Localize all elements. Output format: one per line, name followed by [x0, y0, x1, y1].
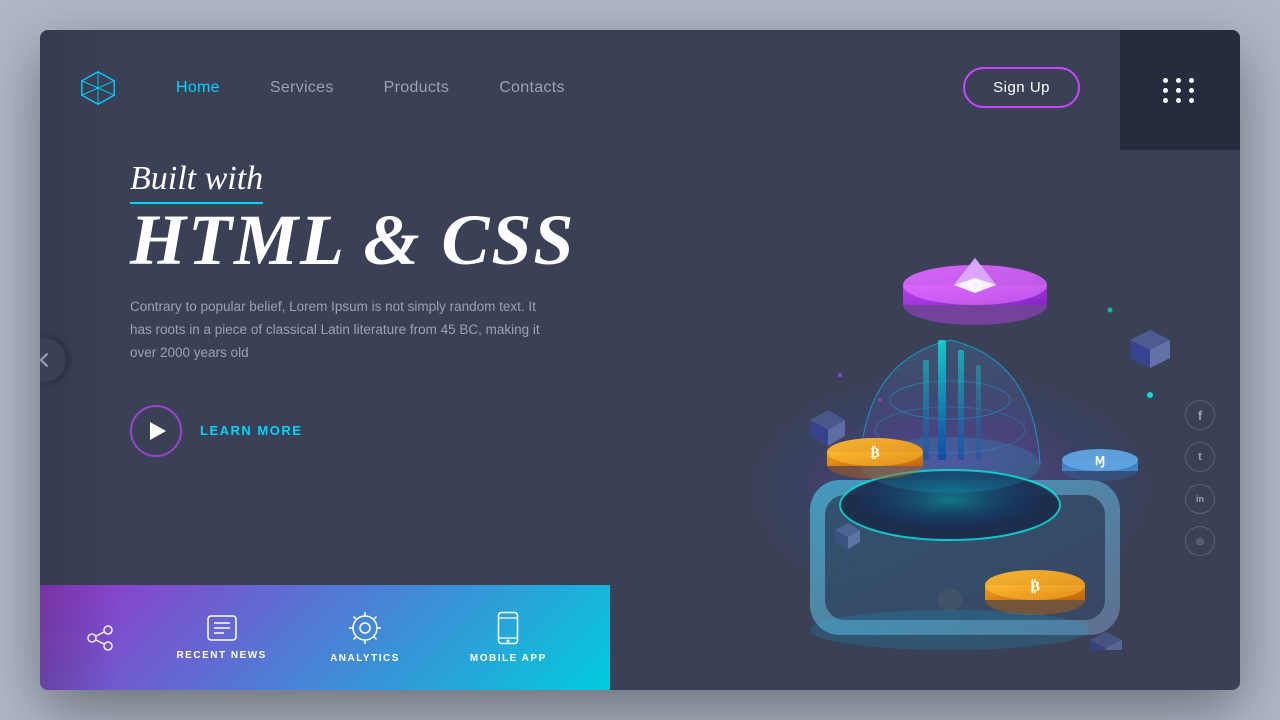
play-button[interactable]	[130, 405, 182, 457]
nav-services-link[interactable]: Services	[270, 79, 334, 96]
recent-news-label: RECENT NEWS	[176, 650, 266, 661]
bottom-item-mobile-app[interactable]: MOBILE APP	[437, 611, 580, 664]
nav-contacts-link[interactable]: Contacts	[499, 79, 565, 96]
nav-products-link[interactable]: Products	[384, 79, 450, 96]
hero-description: Contrary to popular belief, Lorem Ipsum …	[130, 296, 550, 365]
svg-text:₿: ₿	[870, 445, 879, 461]
navbar: Home Services Products Contacts Sign Up	[40, 30, 1120, 145]
main-screen: Home Services Products Contacts Sign Up …	[40, 30, 1240, 690]
svg-text:◇: ◇	[967, 274, 983, 294]
nav-services[interactable]: Services	[270, 79, 334, 97]
nav-home-link[interactable]: Home	[176, 79, 220, 96]
bottom-item-recent-news[interactable]: RECENT NEWS	[150, 614, 293, 661]
cta-row: LEARN MORE	[130, 405, 690, 457]
share-icon	[86, 624, 114, 652]
mobile-app-icon	[497, 611, 519, 645]
bottom-item-analytics[interactable]: ANALYTICS	[293, 611, 436, 664]
grid-dots	[1163, 78, 1197, 103]
svg-text:₿: ₿	[1030, 579, 1040, 595]
instagram-icon[interactable]: ◎	[1185, 526, 1215, 556]
analytics-icon	[348, 611, 382, 645]
nav-products[interactable]: Products	[384, 79, 450, 97]
hero-section: Built with HTML & CSS Contrary to popula…	[130, 160, 690, 457]
mobile-app-label: MOBILE APP	[470, 653, 547, 664]
nav-contacts[interactable]: Contacts	[499, 79, 565, 97]
recent-news-icon	[206, 614, 238, 642]
play-icon	[150, 422, 166, 440]
share-icon-container[interactable]	[70, 624, 130, 652]
left-arrow-button[interactable]	[40, 338, 66, 382]
nav-links: Home Services Products Contacts	[176, 79, 963, 97]
hero-title: HTML & CSS	[130, 204, 690, 276]
corner-menu-box[interactable]	[1120, 30, 1240, 150]
hero-image: ◇ ₿ ₿ Ɱ	[680, 110, 1200, 650]
svg-text:Ɱ: Ɱ	[1095, 454, 1105, 468]
twitter-icon[interactable]: t	[1185, 442, 1215, 472]
facebook-icon[interactable]: f	[1185, 400, 1215, 430]
logo-icon	[80, 70, 116, 106]
linkedin-icon[interactable]: in	[1185, 484, 1215, 514]
nav-home[interactable]: Home	[176, 79, 220, 97]
crypto-svg: ◇ ₿ ₿ Ɱ	[680, 110, 1200, 650]
social-icons: f t in ◎	[1185, 400, 1215, 556]
hero-subtitle: Built with	[130, 160, 263, 204]
analytics-label: ANALYTICS	[330, 653, 400, 664]
learn-more-link[interactable]: LEARN MORE	[200, 423, 302, 438]
bottom-bar: RECENT NEWS ANALYTICS	[40, 585, 610, 690]
signup-button[interactable]: Sign Up	[963, 67, 1080, 108]
